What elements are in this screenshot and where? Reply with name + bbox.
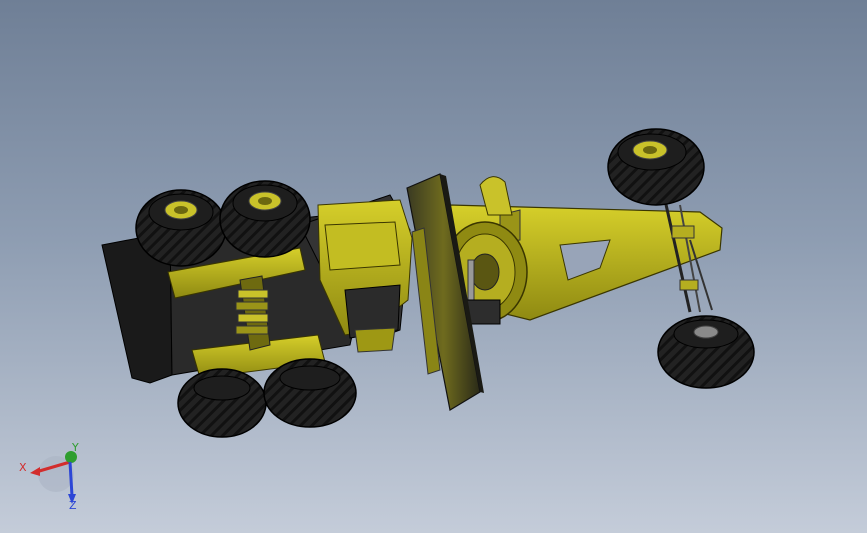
front-left-tire (607, 128, 705, 206)
front-right-tire (657, 315, 755, 389)
rear-left-tire-1 (135, 189, 227, 267)
rear-left-tire-2 (219, 180, 311, 258)
triad-z-label: Z (69, 499, 77, 512)
rear-right-tire-2 (263, 358, 357, 428)
orientation-triad[interactable]: X Y Z (14, 438, 86, 514)
motor-grader-model[interactable] (0, 0, 867, 533)
triad-x-label: X (19, 461, 27, 474)
rear-right-tire-1 (177, 368, 267, 438)
triad-y-label: Y (72, 441, 79, 454)
triad-x-arrow (30, 467, 40, 476)
triad-z-axis (68, 461, 74, 497)
graphics-viewport[interactable]: X Y Z (0, 0, 867, 533)
